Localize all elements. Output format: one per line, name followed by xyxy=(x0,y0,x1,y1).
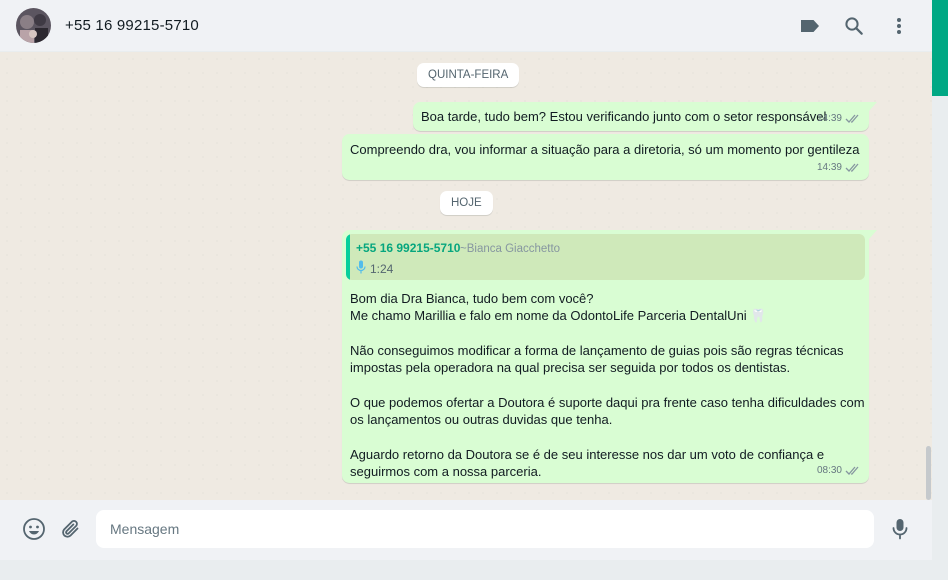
message-line: impostas pela operadora na qual precisa … xyxy=(350,360,791,375)
message-line: seguirmos com a nossa parceria. xyxy=(350,464,542,479)
outgoing-message[interactable]: Boa tarde, tudo bem? Estou verificando j… xyxy=(413,102,877,131)
conversation-scrollbar[interactable] xyxy=(926,446,931,500)
label-icon[interactable] xyxy=(798,14,822,38)
date-divider: QUINTA-FEIRA xyxy=(417,63,520,87)
compose-bar xyxy=(0,500,932,560)
quote-bar xyxy=(346,234,350,280)
message-line: os lançamentos ou outras duvidas que ten… xyxy=(350,412,613,427)
quote-author: +55 16 99215-5710 xyxy=(356,241,461,255)
date-divider: HOJE xyxy=(440,191,493,215)
message-text: Compreendo dra, vou informar a situação … xyxy=(350,142,860,157)
mic-icon xyxy=(356,260,366,274)
outgoing-message[interactable]: +55 16 99215-5710 ~Bianca Giacchetto 1:2… xyxy=(342,230,877,483)
conversation-panel[interactable]: QUINTA-FEIRA Boa tarde, tudo bem? Estou … xyxy=(0,52,932,500)
message-time: 08:30 xyxy=(816,465,842,476)
message-meta: 14:39 xyxy=(817,110,861,127)
accent-strip xyxy=(932,0,948,96)
message-time: 14:39 xyxy=(816,162,842,173)
quoted-message[interactable]: +55 16 99215-5710 ~Bianca Giacchetto 1:2… xyxy=(346,234,865,280)
message-text: Boa tarde, tudo bem? Estou verificando j… xyxy=(421,109,827,124)
message-line: Aguardo retorno da Doutora se é de seu i… xyxy=(350,447,825,462)
search-icon[interactable] xyxy=(842,14,866,38)
message-line: Bom dia Dra Bianca, tudo bem com você? xyxy=(350,291,594,306)
message-meta: 14:39 xyxy=(817,159,861,176)
window-bottom-edge xyxy=(0,560,932,580)
message-meta: 08:30 xyxy=(817,462,861,479)
emoji-icon[interactable] xyxy=(21,516,47,542)
outgoing-message[interactable]: Compreendo dra, vou informar a situação … xyxy=(342,134,869,180)
contact-avatar[interactable] xyxy=(16,8,51,43)
menu-icon[interactable] xyxy=(887,14,911,38)
chat-header: +55 16 99215-5710 xyxy=(0,0,932,52)
message-time: 14:39 xyxy=(816,113,842,124)
double-check-icon xyxy=(845,163,859,172)
double-check-icon xyxy=(845,114,859,123)
message-line: Não conseguimos modificar a forma de lan… xyxy=(350,343,844,358)
double-check-icon xyxy=(845,466,859,475)
chat-window: +55 16 99215-5710 QUINTA-FEIRA Boa tarde… xyxy=(0,0,932,575)
quote-pushname: ~Bianca Giacchetto xyxy=(460,243,561,255)
message-line: Me chamo Marillia e falo em nome da Odon… xyxy=(350,308,767,323)
message-input[interactable] xyxy=(96,510,874,548)
voice-duration: 1:24 xyxy=(370,262,394,276)
mic-icon[interactable] xyxy=(887,516,913,542)
message-line: O que podemos ofertar a Doutora é suport… xyxy=(350,395,865,410)
contact-name[interactable]: +55 16 99215-5710 xyxy=(65,17,199,34)
attach-icon[interactable] xyxy=(58,516,84,542)
